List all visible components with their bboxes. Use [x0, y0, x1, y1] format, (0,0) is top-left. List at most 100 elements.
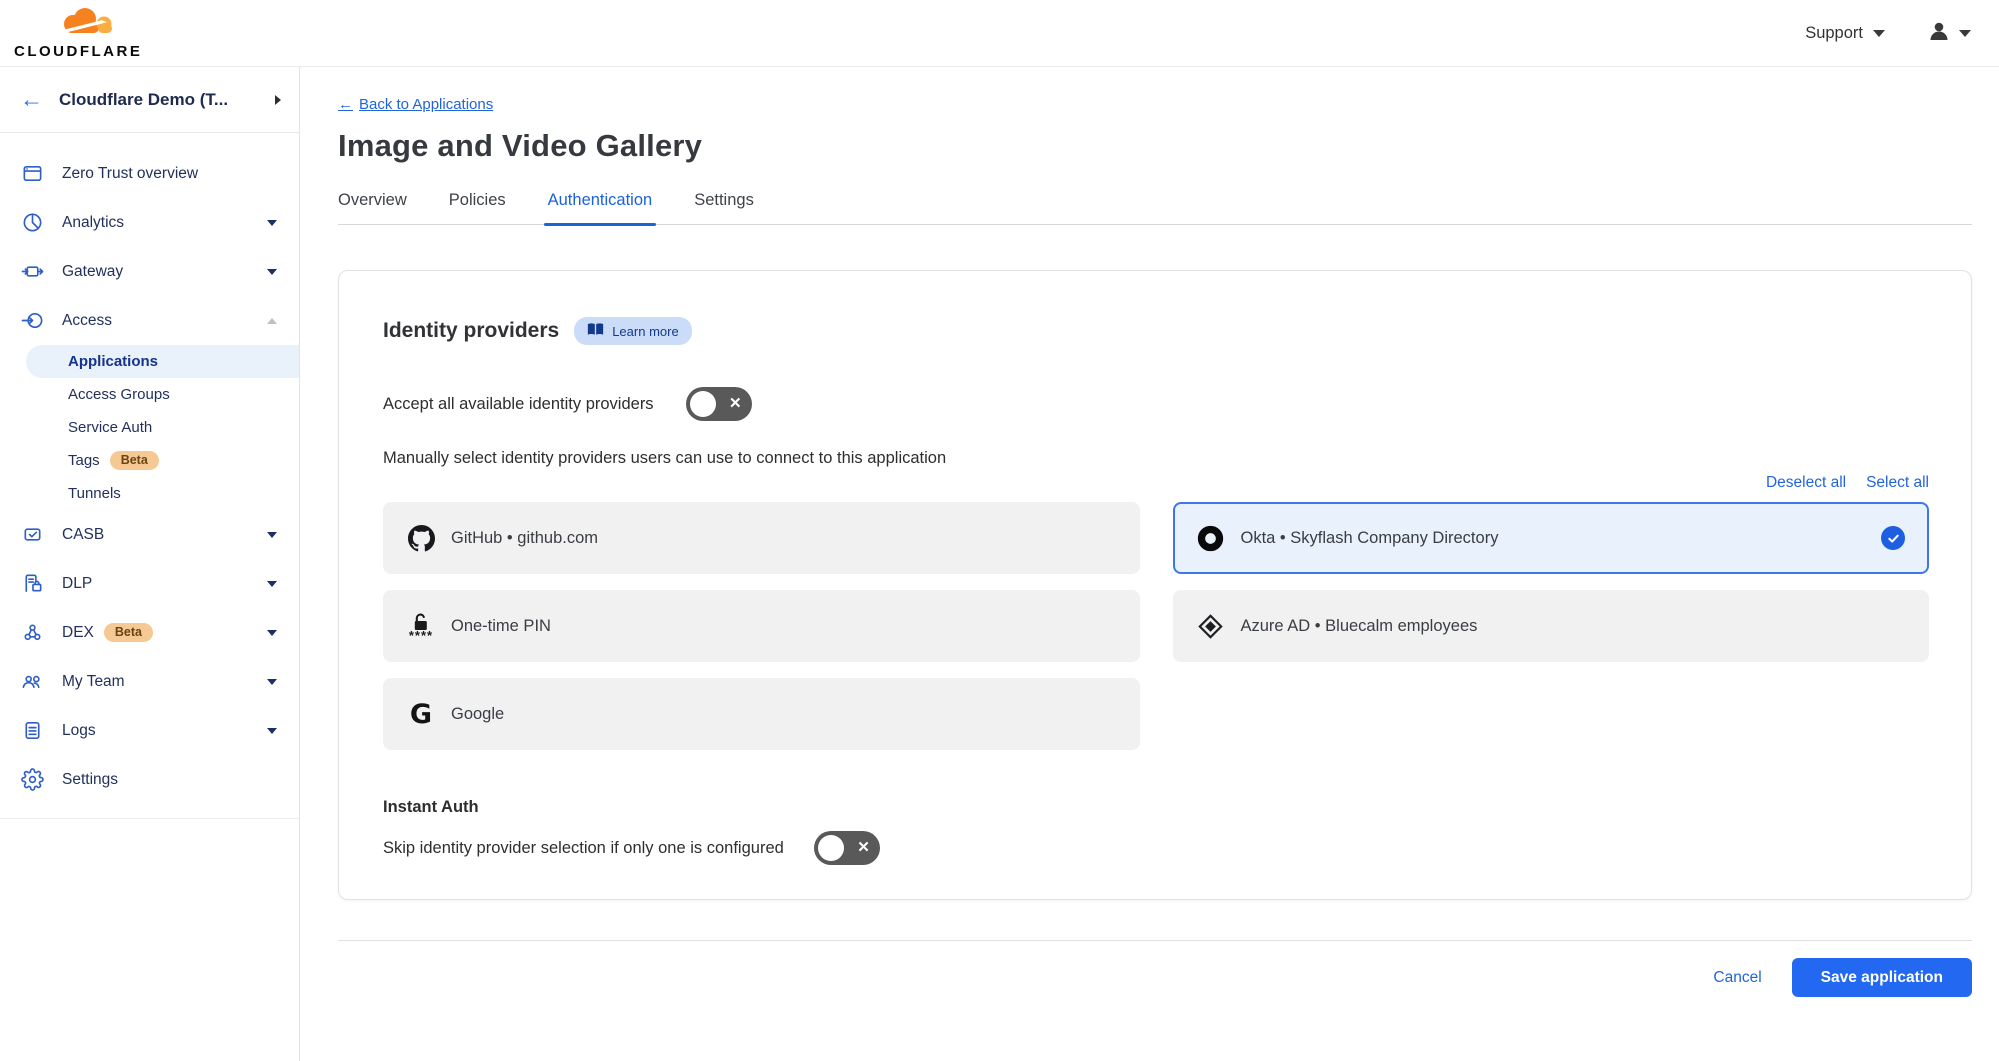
chevron-up-icon: [267, 318, 277, 324]
chevron-down-icon: [267, 728, 277, 734]
toggle-knob: [690, 391, 716, 417]
logs-document-icon: [20, 719, 44, 743]
deselect-all-link[interactable]: Deselect all: [1766, 474, 1846, 492]
manual-select-text: Manually select identity providers users…: [383, 449, 1929, 468]
back-link-label: Back to Applications: [359, 96, 493, 113]
tab-policies[interactable]: Policies: [449, 191, 506, 224]
chevron-right-icon: [275, 95, 281, 105]
gear-icon: [20, 768, 44, 792]
cancel-button[interactable]: Cancel: [1713, 969, 1761, 987]
provider-tile-azure-ad[interactable]: Azure AD • Bluecalm employees: [1173, 590, 1930, 662]
chevron-down-icon: [267, 679, 277, 685]
sidebar-item-label: My Team: [62, 673, 125, 691]
sidebar-item-dlp[interactable]: DLP: [0, 559, 299, 608]
cloudflare-cloud-icon: [56, 7, 150, 43]
book-icon: [587, 322, 604, 340]
sidebar-item-logs[interactable]: Logs: [0, 706, 299, 755]
instant-auth-label: Skip identity provider selection if only…: [383, 839, 784, 858]
account-menu[interactable]: [1927, 19, 1971, 48]
chevron-down-icon: [267, 220, 277, 226]
beta-badge: Beta: [104, 623, 153, 643]
provider-tile-google[interactable]: G Google: [383, 678, 1140, 750]
main-content: ← Back to Applications Image and Video G…: [300, 67, 1999, 1061]
toggle-x-icon: ✕: [729, 396, 742, 411]
one-time-pin-lock-icon: ****: [407, 613, 435, 640]
instant-auth-heading: Instant Auth: [383, 798, 1929, 817]
casb-check-box-icon: [20, 523, 44, 547]
user-icon: [1927, 19, 1951, 48]
selected-check-icon: [1881, 526, 1905, 550]
sidebar-subitem-label: Tunnels: [68, 485, 121, 502]
sidebar-subitem-service-auth[interactable]: Service Auth: [0, 411, 299, 444]
sidebar-subitem-tunnels[interactable]: Tunnels: [0, 477, 299, 510]
sidebar-item-gateway[interactable]: Gateway: [0, 247, 299, 296]
access-login-icon: [20, 309, 44, 333]
sidebar-nav: Zero Trust overview Analytics Gateway: [0, 133, 299, 819]
sidebar-item-access[interactable]: Access: [0, 296, 299, 345]
select-all-link[interactable]: Select all: [1866, 474, 1929, 492]
sidebar-subitem-label: Applications: [68, 353, 158, 370]
sidebar-item-dex[interactable]: DEX Beta: [0, 608, 299, 657]
support-menu[interactable]: Support: [1805, 24, 1885, 43]
dlp-document-lock-icon: [20, 572, 44, 596]
sidebar-subitem-tags[interactable]: Tags Beta: [0, 444, 299, 477]
overview-window-icon: [20, 162, 44, 186]
dex-network-icon: [20, 621, 44, 645]
pin-stars: ****: [409, 633, 433, 640]
provider-grid: GitHub • github.com Okta • Skyflash Comp…: [383, 502, 1929, 750]
sidebar-item-label: Access: [62, 312, 112, 330]
accept-all-toggle[interactable]: ✕: [686, 387, 752, 421]
sidebar-item-my-team[interactable]: My Team: [0, 657, 299, 706]
sidebar-subitem-access-groups[interactable]: Access Groups: [0, 378, 299, 411]
provider-label: GitHub • github.com: [451, 529, 598, 548]
sidebar-item-label: DLP: [62, 575, 92, 593]
sidebar-subitem-label: Tags: [68, 452, 100, 469]
tab-settings[interactable]: Settings: [694, 191, 754, 224]
cloudflare-logo[interactable]: CLOUDFLARE: [14, 7, 150, 59]
support-label: Support: [1805, 24, 1863, 43]
back-to-applications-link[interactable]: ← Back to Applications: [338, 96, 493, 113]
toggle-knob: [818, 835, 844, 861]
sidebar-item-label: Logs: [62, 722, 96, 740]
sidebar-item-casb[interactable]: CASB: [0, 510, 299, 559]
learn-more-badge[interactable]: Learn more: [574, 317, 691, 345]
provider-tile-github[interactable]: GitHub • github.com: [383, 502, 1140, 574]
google-icon: G: [407, 701, 435, 728]
account-switcher[interactable]: ← Cloudflare Demo (T...: [0, 67, 299, 133]
chevron-down-icon: [1873, 30, 1885, 37]
sidebar-subitem-label: Access Groups: [68, 386, 170, 403]
provider-label: Okta • Skyflash Company Directory: [1241, 529, 1499, 548]
chevron-down-icon: [267, 532, 277, 538]
sidebar-subitem-label: Service Auth: [68, 419, 152, 436]
page-title: Image and Video Gallery: [338, 128, 1972, 164]
chevron-down-icon: [267, 269, 277, 275]
team-people-icon: [20, 670, 44, 694]
sidebar-item-label: Zero Trust overview: [62, 165, 198, 183]
analytics-pie-icon: [20, 211, 44, 235]
chevron-down-icon: [1959, 30, 1971, 37]
sidebar-item-settings[interactable]: Settings: [0, 755, 299, 804]
accept-all-label: Accept all available identity providers: [383, 395, 654, 414]
provider-tile-one-time-pin[interactable]: **** One-time PIN: [383, 590, 1140, 662]
tab-authentication[interactable]: Authentication: [548, 191, 653, 224]
provider-label: Google: [451, 705, 504, 724]
sidebar-item-label: Analytics: [62, 214, 124, 232]
provider-tile-okta[interactable]: Okta • Skyflash Company Directory: [1173, 502, 1930, 574]
azure-ad-icon: [1197, 613, 1225, 640]
sidebar-item-label: Settings: [62, 771, 118, 789]
sidebar-item-analytics[interactable]: Analytics: [0, 198, 299, 247]
save-application-button[interactable]: Save application: [1792, 958, 1972, 997]
sidebar-item-label: Gateway: [62, 263, 123, 281]
tab-overview[interactable]: Overview: [338, 191, 407, 224]
sidebar-item-zero-trust-overview[interactable]: Zero Trust overview: [0, 149, 299, 198]
instant-auth-toggle[interactable]: ✕: [814, 831, 880, 865]
provider-label: Azure AD • Bluecalm employees: [1241, 617, 1478, 636]
okta-icon: [1197, 525, 1225, 552]
back-arrow-icon: ←: [20, 88, 43, 111]
back-arrow-icon: ←: [338, 96, 353, 113]
learn-more-label: Learn more: [612, 324, 678, 339]
toggle-x-icon: ✕: [857, 840, 870, 855]
gateway-icon: [20, 260, 44, 284]
chevron-down-icon: [267, 630, 277, 636]
sidebar-subitem-applications[interactable]: Applications: [26, 345, 299, 378]
